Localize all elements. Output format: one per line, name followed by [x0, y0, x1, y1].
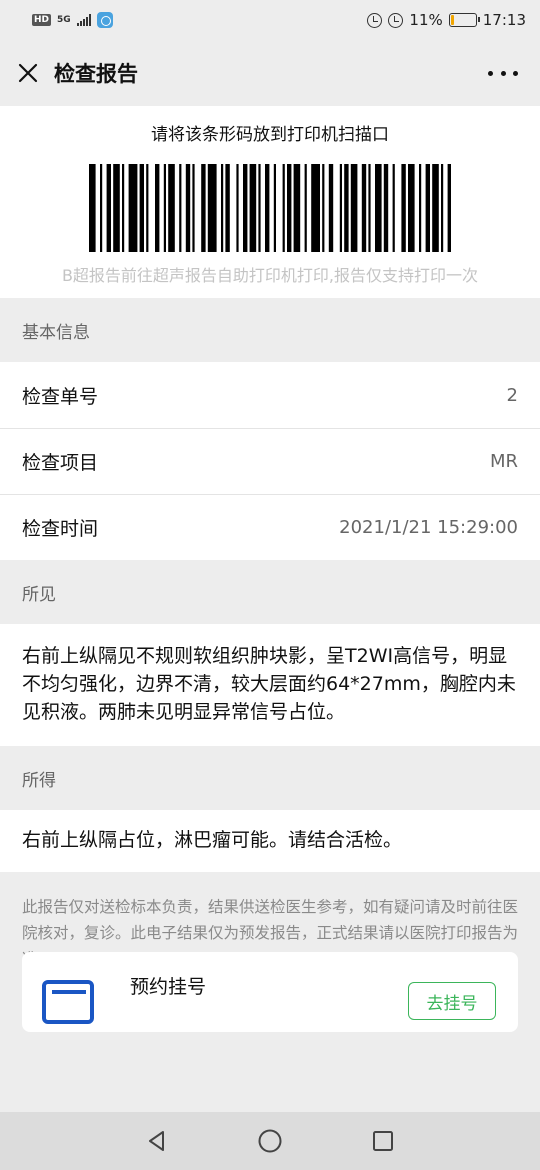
barcode-bar — [425, 164, 430, 252]
alarm-icon — [388, 12, 404, 28]
barcode-bar — [89, 164, 96, 252]
barcode-bar — [392, 164, 395, 252]
barcode-bar — [168, 164, 175, 252]
network-type: 5G — [57, 14, 71, 25]
appointment-card[interactable]: 预约挂号 去挂号 — [22, 952, 518, 1032]
hd-badge: HD — [32, 14, 52, 26]
info-row-exam-item: 检查项目 MR — [0, 428, 540, 494]
barcode-bar — [441, 164, 444, 252]
info-value: 2 — [506, 384, 518, 406]
barcode-bar — [106, 164, 111, 252]
barcode-bar — [113, 164, 120, 252]
close-button[interactable] — [0, 40, 54, 106]
home-circle-icon — [258, 1129, 282, 1153]
app-notification-icon — [96, 12, 113, 28]
barcode-bar — [236, 164, 239, 252]
barcode-bar — [328, 164, 334, 252]
barcode-bar — [282, 164, 285, 252]
section-basic-info-heading: 基本信息 — [0, 298, 540, 362]
info-row-exam-time: 检查时间 2021/1/21 15:29:00 — [0, 494, 540, 560]
barcode-bar — [350, 164, 358, 252]
home-button[interactable] — [250, 1121, 290, 1161]
barcode-bar — [192, 164, 195, 252]
barcode-bar — [221, 164, 224, 252]
barcode-bar — [100, 164, 103, 252]
battery-icon — [448, 13, 480, 27]
barcode-bar — [368, 164, 371, 252]
section-findings-heading: 所见 — [0, 560, 540, 624]
findings-text: 右前上纵隔见不规则软组织肿块影，呈T2WI高信号，明显不均匀强化，边界不清，较大… — [0, 624, 540, 746]
barcode-bar — [383, 164, 389, 252]
data-saver-icon — [367, 12, 383, 28]
barcode-bar — [146, 164, 149, 252]
recents-square-icon — [373, 1131, 394, 1151]
barcode-bar — [375, 164, 382, 252]
system-nav-bar — [0, 1112, 540, 1170]
barcode-bar — [432, 164, 439, 252]
info-label: 检查单号 — [22, 385, 99, 408]
barcode-card: 请将该条形码放到打印机扫描口 B超报告前往超声报告自助打印机打印,报告仅支持打印… — [0, 106, 540, 298]
more-icon — [488, 70, 493, 76]
back-triangle-icon — [148, 1131, 164, 1151]
barcode-bar — [339, 164, 342, 252]
screen: HD 5G 11% 17:13 检查报告 请将该条形码放到打印机扫描口 B超报告… — [0, 0, 540, 1170]
signal-icon — [76, 14, 91, 26]
basic-info-list: 检查单号 2 检查项目 MR 检查时间 2021/1/21 15:29:00 — [0, 362, 540, 560]
appointment-title: 预约挂号 — [130, 976, 207, 998]
register-button[interactable]: 去挂号 — [408, 982, 496, 1020]
page-title: 检查报告 — [54, 62, 138, 86]
info-row-exam-number: 检查单号 2 — [0, 362, 540, 428]
section-conclusion-heading: 所得 — [0, 746, 540, 810]
more-button[interactable] — [488, 62, 518, 84]
info-label: 检查时间 — [22, 518, 99, 540]
battery-percent: 11% — [409, 11, 443, 29]
battery-fill — [450, 15, 454, 25]
info-label: 检查项目 — [22, 452, 99, 474]
barcode-bar — [163, 164, 166, 252]
barcode-bar — [265, 164, 270, 252]
calendar-icon — [42, 980, 94, 1024]
barcode-bar — [249, 164, 257, 252]
clock: 17:13 — [482, 11, 526, 29]
nav-bar: 检查报告 — [0, 40, 540, 106]
barcode-bar — [179, 164, 182, 252]
barcode-bar — [225, 164, 230, 252]
barcode-bar — [207, 164, 217, 252]
barcode-bar — [322, 164, 325, 252]
barcode-bar — [258, 164, 261, 252]
barcode-bar — [419, 164, 422, 252]
barcode-bar — [311, 164, 320, 252]
barcode-bar — [185, 164, 191, 252]
barcode-bar — [273, 164, 276, 252]
barcode-instruction: 请将该条形码放到打印机扫描口 — [151, 125, 389, 145]
barcode-bar — [408, 164, 415, 252]
barcode-bar — [287, 164, 292, 252]
barcode-bar — [447, 164, 451, 252]
info-value: 2021/1/21 15:29:00 — [339, 517, 518, 538]
back-button[interactable] — [137, 1121, 177, 1161]
barcode-bar — [361, 164, 367, 252]
barcode-bar — [304, 164, 307, 252]
barcode-bar — [293, 164, 301, 252]
barcode-bar — [155, 164, 160, 252]
barcode-bar — [201, 164, 206, 252]
barcode-bar — [344, 164, 349, 252]
status-right: 11% 17:13 — [367, 11, 526, 29]
barcode-bar — [122, 164, 125, 252]
recents-button[interactable] — [363, 1121, 403, 1161]
barcode-bar — [139, 164, 144, 252]
info-value: MR — [489, 451, 518, 472]
close-icon — [18, 63, 38, 83]
status-bar: HD 5G 11% 17:13 — [0, 0, 540, 40]
barcode-bar — [128, 164, 138, 252]
barcode-image — [89, 164, 451, 252]
barcode-note: B超报告前往超声报告自助打印机打印,报告仅支持打印一次 — [61, 266, 479, 285]
conclusion-text: 右前上纵隔占位，淋巴瘤可能。请结合活检。 — [0, 810, 540, 872]
barcode-bar — [401, 164, 406, 252]
status-left: HD 5G — [32, 12, 113, 28]
barcode-bar — [243, 164, 248, 252]
